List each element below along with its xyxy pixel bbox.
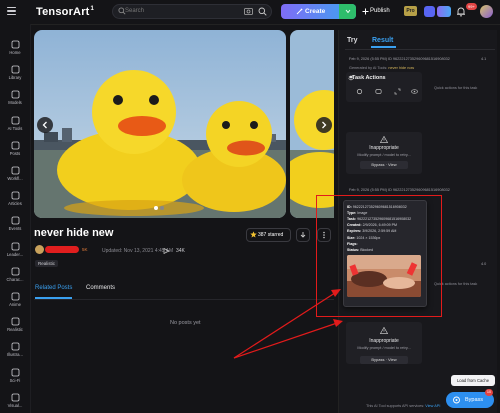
annotation-arrows <box>233 289 343 359</box>
bypass-count-badge: 10 <box>485 389 493 396</box>
bypass-fab-label: Bypass <box>465 397 484 403</box>
api-support-text: This AI Tool supports API services: View… <box>366 404 440 408</box>
load-from-cache-tooltip: Load from Cache <box>451 375 495 386</box>
api-support-label: This AI Tool supports API services: <box>366 404 425 408</box>
bypass-icon <box>453 396 460 404</box>
view-api-link[interactable]: View API <box>425 404 440 408</box>
